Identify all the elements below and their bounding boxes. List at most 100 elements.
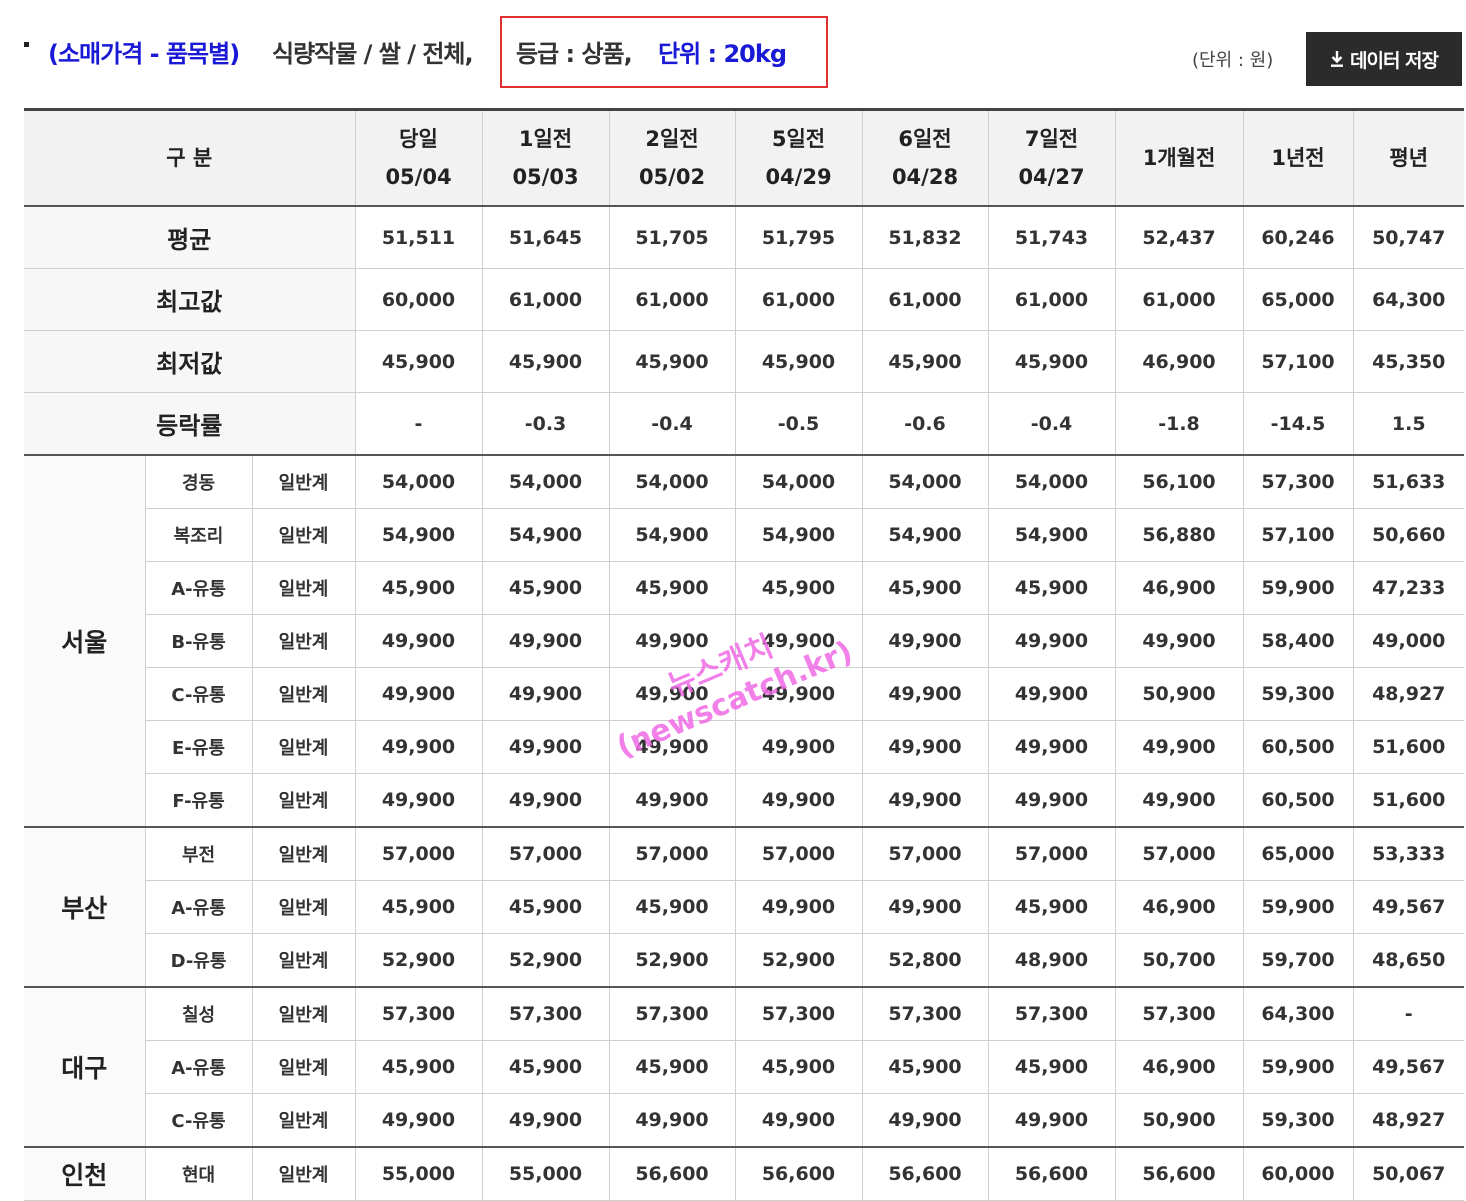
price-cell: 61,000 [1114,268,1244,331]
price-cell: 61,000 [608,268,736,331]
price-cell: 49,900 [1114,614,1244,668]
summary-row: 평균 51,511 51,645 51,705 51,795 51,832 51,743 52… [24,205,1464,269]
table-header-row: 구 분 당일 05/04 1일전 05/03 2일전 05/02 5일전 04/29 6일전 04… [24,109,1464,207]
save-data-button[interactable]: 데이터 저장 [1306,32,1462,86]
column-header: 1년전 [1242,109,1354,207]
price-cell: 57,100 [1242,508,1354,562]
price-cell: 57,000 [481,826,610,881]
price-cell: 45,900 [987,330,1116,393]
price-cell: 49,900 [734,773,863,828]
price-cell: 57,100 [1242,330,1354,393]
price-cell: 56,600 [608,1146,736,1201]
price-cell: 49,900 [608,667,736,721]
unit-note: (단위 : 원) [1192,50,1274,71]
table-row: 인천 현대 일반계 55,000 55,000 56,600 56,600 56,600 56,… [24,1146,1464,1201]
price-cell: 49,900 [987,1093,1116,1148]
price-cell: 57,300 [1242,454,1354,509]
price-cell: 58,400 [1242,614,1354,668]
price-cell: 46,900 [1114,880,1244,934]
rice-kind: 일반계 [251,720,356,774]
column-date: 04/29 [765,165,832,189]
price-cell: 54,000 [987,454,1116,509]
price-cell: 51,832 [861,205,989,269]
region-label: 서울 [24,454,146,828]
table-row: 부산 부전 일반계 57,000 57,000 57,000 57,000 57,000 57,… [24,826,1464,988]
price-cell: 57,000 [1114,826,1244,881]
price-cell: -14.5 [1242,392,1354,456]
price-cell: 49,900 [354,614,483,668]
price-cell: - [354,392,483,456]
price-cell: 49,900 [987,720,1116,774]
column-period: 5일전 [771,127,826,151]
price-cell: 49,900 [734,720,863,774]
price-cell: 64,300 [1242,986,1354,1041]
price-cell: 57,300 [481,986,610,1041]
price-cell: 54,900 [987,508,1116,562]
item-path-breadcrumb: 식량작물 / 쌀 / 전체, [272,40,474,68]
summary-label: 등락률 [24,392,356,456]
price-cell: 49,900 [734,880,863,934]
price-cell: 49,900 [608,720,736,774]
price-cell: 59,900 [1242,1040,1354,1094]
price-cell: 49,900 [608,1093,736,1148]
bullet-icon [24,42,29,47]
price-cell: 49,900 [861,614,989,668]
market-name: A-유통 [144,880,253,934]
price-cell: 54,000 [734,454,863,509]
price-cell: 54,000 [861,454,989,509]
price-cell: 45,900 [354,561,483,615]
price-cell: 45,900 [608,1040,736,1094]
rice-kind: 일반계 [251,614,356,668]
table-row: D-유통 일반계 52,900 52,900 52,900 52,900 52,800 48,… [24,933,1464,988]
column-header: 당일 05/04 [354,109,483,207]
column-header: 1일전 05/03 [481,109,610,207]
price-cell: 60,246 [1242,205,1354,269]
price-cell: 49,900 [861,720,989,774]
table-row: F-유통 일반계 49,900 49,900 49,900 49,900 49,900 49,… [24,773,1464,828]
price-cell: 49,567 [1352,1040,1464,1094]
price-cell: 48,650 [1352,933,1464,988]
download-icon [1330,50,1344,68]
price-cell: 52,437 [1114,205,1244,269]
price-cell: 51,511 [354,205,483,269]
price-cell: 45,900 [987,880,1116,934]
market-name: 현대 [144,1146,253,1201]
price-cell: 49,900 [987,667,1116,721]
table-row: E-유통 일반계 49,900 49,900 49,900 49,900 49,900 49,… [24,720,1464,774]
price-cell: 61,000 [481,268,610,331]
column-period: 평년 [1389,146,1429,170]
rice-kind: 일반계 [251,508,356,562]
corner-header: 구 분 [24,109,356,207]
price-cell: 54,900 [734,508,863,562]
price-cell: 49,900 [608,773,736,828]
price-cell: 51,743 [987,205,1116,269]
column-header: 평년 [1352,109,1464,207]
column-period: 1개월전 [1142,146,1216,170]
summary-label: 최고값 [24,268,356,331]
price-cell: -0.4 [987,392,1116,456]
price-cell: 45,900 [354,330,483,393]
column-period: 7일전 [1024,127,1079,151]
price-cell: 52,900 [354,933,483,988]
price-cell: 45,900 [987,561,1116,615]
price-cell: 60,500 [1242,720,1354,774]
price-cell: 45,900 [861,330,989,393]
market-name: D-유통 [144,933,253,988]
summary-label: 최저값 [24,330,356,393]
price-cell: 51,633 [1352,454,1464,509]
price-cell: -0.3 [481,392,610,456]
price-cell: 49,900 [987,614,1116,668]
price-cell: 45,900 [608,880,736,934]
price-cell: 49,900 [861,667,989,721]
market-name: F-유통 [144,773,253,828]
price-cell: 57,300 [734,986,863,1041]
price-cell: 49,900 [481,614,610,668]
price-cell: 59,900 [1242,561,1354,615]
price-table: 구 분 당일 05/04 1일전 05/03 2일전 05/02 5일전 04/29 6일전 04… [24,108,1464,1201]
price-cell: 45,900 [354,880,483,934]
unit-label: 단위 : 20kg [658,40,787,68]
price-cell: 49,900 [734,1093,863,1148]
price-cell: 56,600 [861,1146,989,1201]
price-category-label: (소매가격 - 품목별) [48,40,240,68]
region-label: 대구 [24,986,146,1148]
